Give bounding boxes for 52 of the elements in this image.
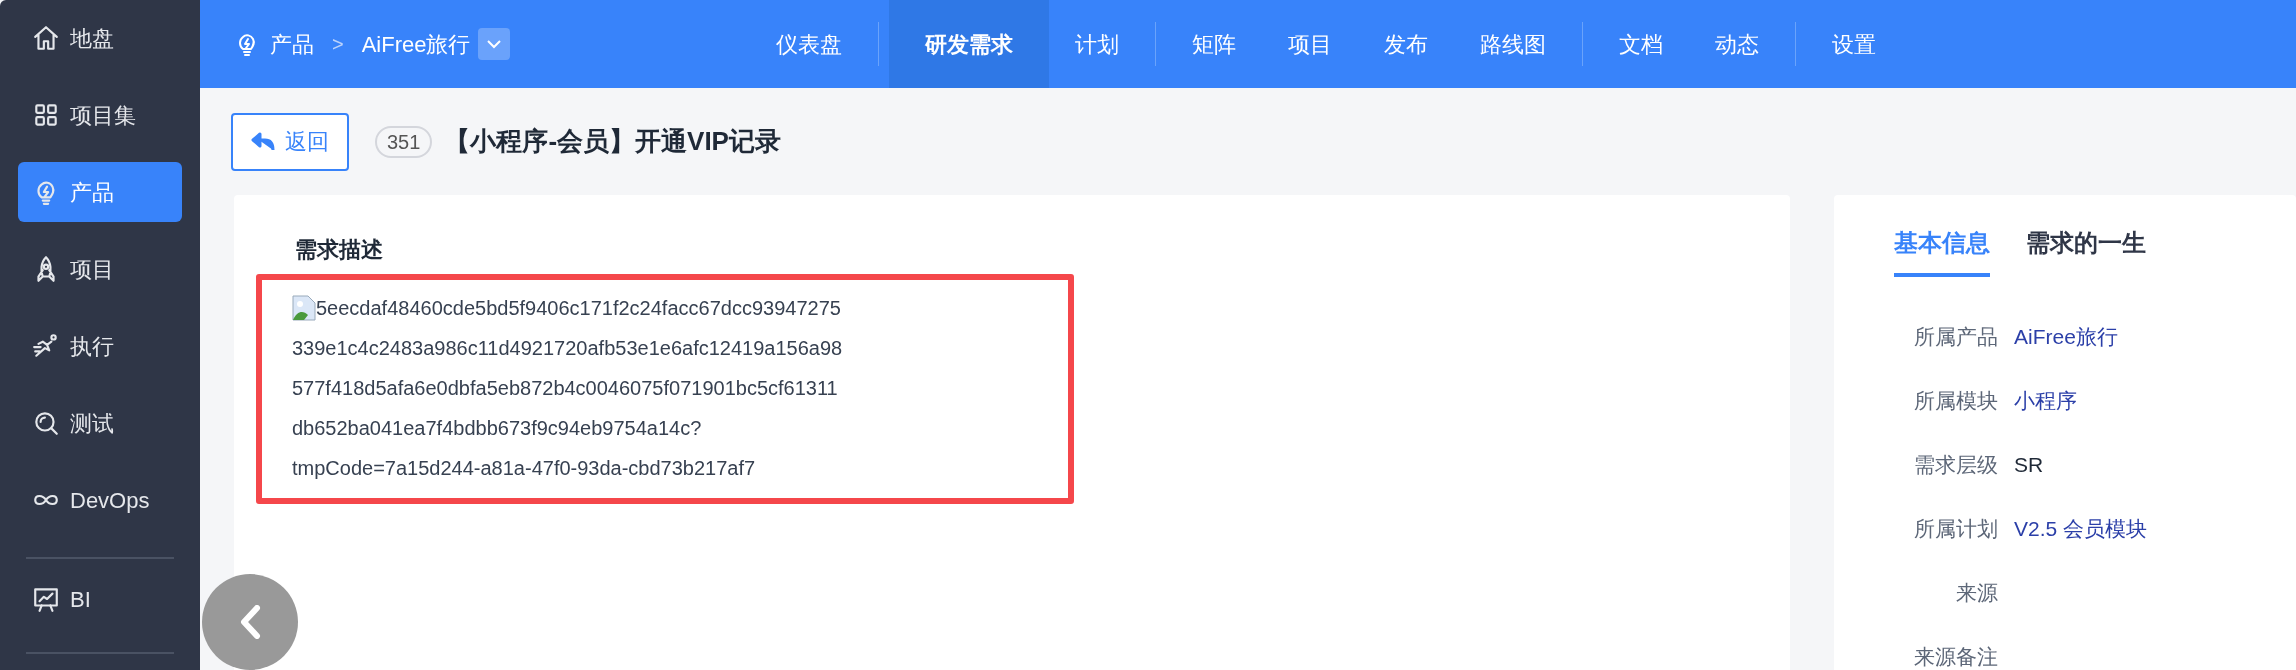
- field-link[interactable]: 小程序: [2014, 385, 2077, 417]
- broken-image-icon: [292, 295, 316, 321]
- sidebar-item[interactable]: DevOps: [18, 470, 182, 530]
- nav-tab[interactable]: 动态: [1689, 0, 1785, 88]
- nav-tab[interactable]: 文档: [1593, 0, 1689, 88]
- sidebar-item[interactable]: BI: [18, 569, 182, 629]
- nav-tab[interactable]: 项目: [1262, 0, 1358, 88]
- id-badge: 351: [375, 125, 433, 158]
- info-tab[interactable]: 需求的一生: [2026, 225, 2146, 277]
- nav-tab[interactable]: 矩阵: [1166, 0, 1262, 88]
- info-tab[interactable]: 基本信息: [1894, 225, 1990, 277]
- alt-text: 5eecdaf48460cde5bd5f9406c171f2c24facc67dcc93947275: [316, 296, 841, 321]
- chevron-down-icon: [486, 39, 503, 49]
- field-label: 所属模块: [1913, 388, 1998, 415]
- nav-tab[interactable]: 研发需求: [889, 0, 1049, 88]
- nav-tab[interactable]: 设置: [1806, 0, 1902, 88]
- nav-tab[interactable]: 发布: [1358, 0, 1454, 88]
- dropdown-button[interactable]: [478, 28, 511, 60]
- product-name: AiFree旅行: [361, 30, 471, 59]
- house-icon: [32, 24, 60, 52]
- alt-text: 577f418d5afa6e0dbfa5eb872b4c0046075f071901bc5cf61311: [292, 376, 838, 401]
- sidebar-item[interactable]: 测试: [18, 393, 182, 453]
- field-label: 所属产品: [1913, 324, 1998, 351]
- field-label: 来源备注: [1913, 644, 1998, 670]
- breadcrumb-separator: >: [332, 32, 344, 57]
- nav-tab[interactable]: 仪表盘: [750, 0, 868, 88]
- runner-icon: [32, 332, 60, 360]
- presentation-chart-icon: [32, 585, 60, 613]
- search-icon: [32, 409, 60, 437]
- section-heading: 需求描述: [295, 236, 384, 264]
- grid-icon: [32, 101, 60, 129]
- nav-tab[interactable]: 路线图: [1454, 0, 1572, 88]
- sidebar-item[interactable]: 地盘: [18, 8, 182, 68]
- breadcrumb-link[interactable]: 产品: [270, 27, 314, 61]
- alt-text: db652ba041ea7f4bdbb673f9c94eb9754a14c?: [292, 416, 702, 441]
- return-arrow-icon: [251, 131, 275, 152]
- field-label: 需求层级: [1913, 452, 1998, 479]
- story-title: 【小程序-会员】开通VIP记录: [444, 125, 781, 158]
- field-label: 来源: [1955, 580, 1998, 607]
- sidebar-item[interactable]: 产品: [18, 162, 182, 222]
- sidebar-item[interactable]: 项目集: [18, 85, 182, 145]
- field-value: SR: [2014, 452, 2044, 479]
- field-link[interactable]: V2.5 会员模块: [2014, 513, 2148, 545]
- sidebar-item[interactable]: 执行: [18, 316, 182, 376]
- field-link[interactable]: AiFree旅行: [2014, 321, 2118, 353]
- chevron-left-icon: [239, 605, 261, 639]
- field-label: 所属计划: [1913, 516, 1998, 543]
- alt-text: tmpCode=7a15d244-a81a-47f0-93da-cbd73b217af7: [292, 456, 756, 481]
- back-button[interactable]: 返回: [231, 112, 349, 171]
- alt-text: 339e1c4c2483a986c11d4921720afb53e1e6afc12419a156a98: [292, 336, 843, 361]
- nav-tab[interactable]: 计划: [1049, 0, 1145, 88]
- sidebar-item[interactable]: 项目: [18, 239, 182, 299]
